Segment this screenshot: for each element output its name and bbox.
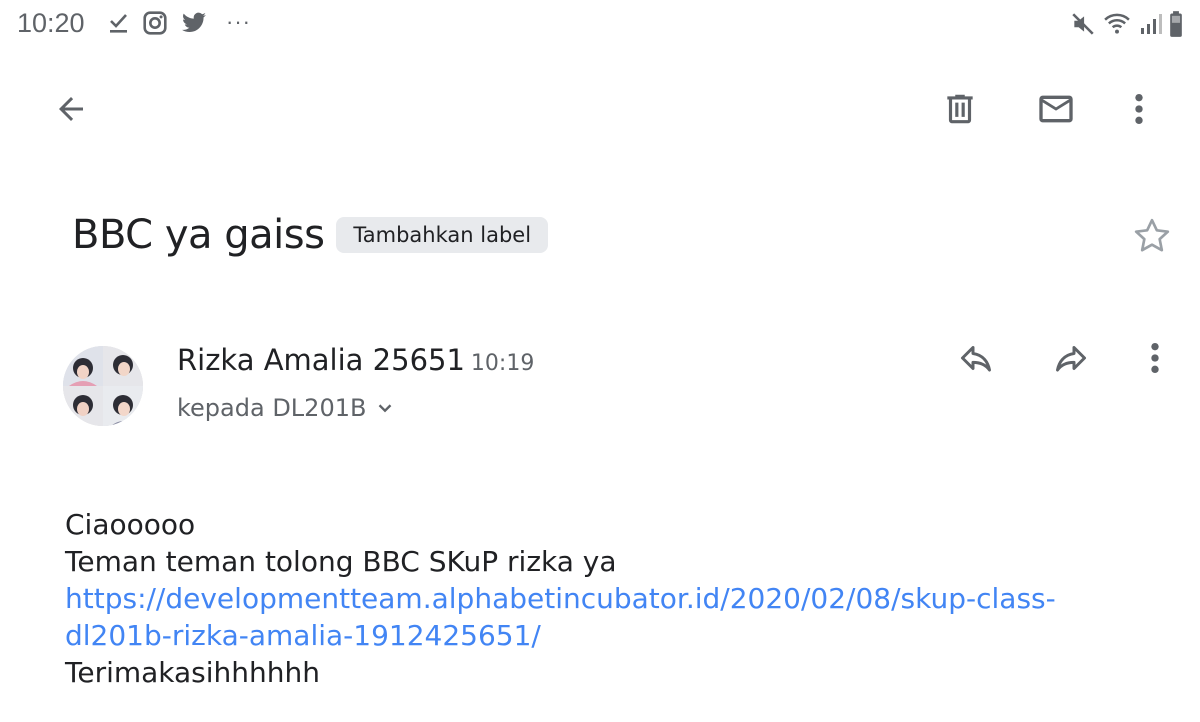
sender-name: Rizka Amalia 25651 — [177, 343, 465, 377]
recipient-details-toggle[interactable]: kepada DL201B — [177, 394, 396, 422]
star-outline-icon — [1132, 216, 1172, 261]
arrow-back-icon — [53, 91, 89, 132]
sender-line: Rizka Amalia 25651 10:19 — [177, 343, 534, 377]
link-text-part2: dl201b-rizka-amalia-1912425651/ — [65, 619, 541, 652]
back-button[interactable] — [43, 83, 99, 139]
message-more-button[interactable] — [1127, 332, 1183, 388]
star-button[interactable] — [1126, 212, 1178, 264]
status-bar: 10:20 ··· — [0, 0, 1200, 50]
reply-button[interactable] — [948, 332, 1004, 388]
instagram-icon — [142, 10, 168, 41]
body-line: Terimakasihhhhhh — [65, 656, 321, 689]
more-vert-icon — [1134, 92, 1144, 131]
body-line: Ciaooooo — [65, 508, 196, 541]
email-subject: BBC ya gaiss — [72, 212, 325, 258]
delete-button[interactable] — [932, 83, 988, 139]
avatar[interactable] — [63, 346, 143, 426]
more-vert-icon — [1150, 341, 1160, 380]
body-link[interactable]: https://developmentteam.alphabetincubato… — [65, 580, 1145, 654]
mark-unread-button[interactable] — [1028, 83, 1084, 139]
mute-icon — [1070, 11, 1096, 42]
more-options-button[interactable] — [1111, 83, 1167, 139]
checkbox-download-icon — [106, 11, 130, 40]
status-time: 10:20 — [17, 8, 85, 38]
forward-button[interactable] — [1043, 332, 1099, 388]
chevron-down-icon — [374, 397, 396, 419]
status-left-icons: ··· — [106, 8, 251, 41]
email-time: 10:19 — [470, 351, 535, 376]
reply-icon — [956, 340, 996, 381]
wifi-icon — [1102, 11, 1132, 42]
link-text-part1: https://developmentteam.alphabetincubato… — [65, 582, 1056, 615]
signal-icon — [1138, 11, 1162, 42]
recipient-text: kepada DL201B — [177, 394, 367, 422]
trash-icon — [941, 89, 979, 134]
mail-icon — [1034, 89, 1078, 134]
twitter-icon — [180, 10, 208, 41]
email-body: Ciaooooo Teman teman tolong BBC SKuP riz… — [65, 506, 1145, 691]
status-right-icons — [1070, 10, 1184, 43]
forward-icon — [1051, 340, 1091, 381]
subject-row: BBC ya gaiss Tambahkan label — [72, 212, 549, 258]
body-line: Teman teman tolong BBC SKuP rizka ya — [65, 545, 617, 578]
battery-icon — [1168, 10, 1184, 43]
add-label-chip[interactable]: Tambahkan label — [336, 217, 549, 253]
status-more: ··· — [226, 8, 251, 34]
